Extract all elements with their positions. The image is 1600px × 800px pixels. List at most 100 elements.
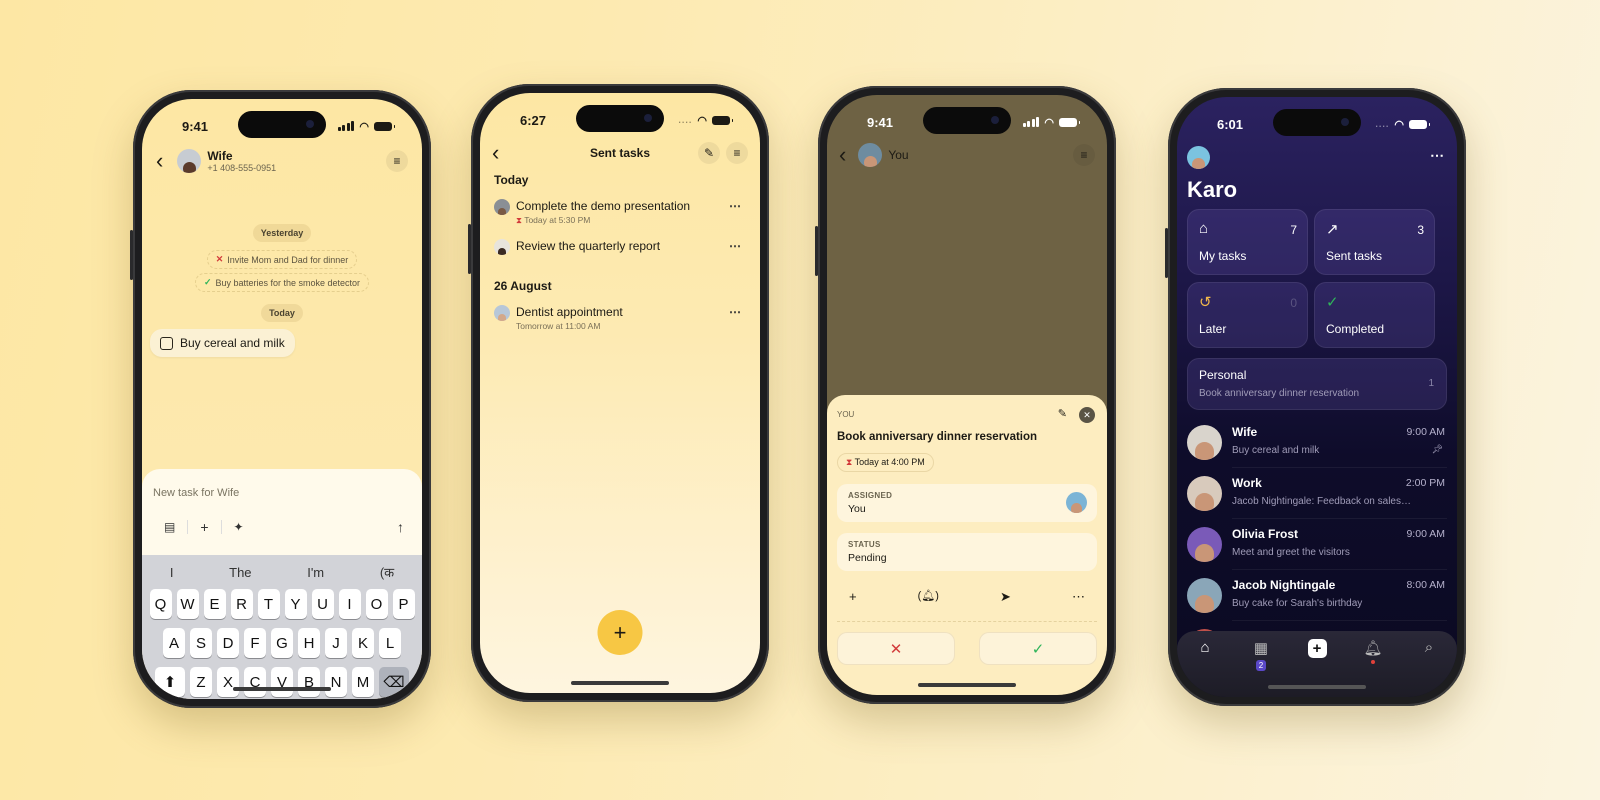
- key[interactable]: G: [271, 628, 293, 658]
- add-icon: +: [1307, 639, 1327, 658]
- back-button[interactable]: ‹: [839, 144, 846, 166]
- phone-sent-tasks: 6:27 .... ◠ ‹ Sent tasks ✎ ≡ Today Comple…: [468, 84, 769, 702]
- hourglass-icon: ⧗: [846, 457, 853, 467]
- key[interactable]: F: [244, 628, 266, 658]
- task-row[interactable]: Complete the demo presentation ⧗ Today a…: [494, 199, 746, 226]
- task-title: Review the quarterly report: [516, 239, 661, 253]
- key[interactable]: J: [325, 628, 347, 658]
- key[interactable]: W: [176, 589, 199, 619]
- send-arrow-icon[interactable]: ↑: [397, 519, 404, 535]
- key[interactable]: Q: [149, 589, 172, 619]
- key[interactable]: E: [203, 589, 226, 619]
- tile-my-tasks[interactable]: ⌂ 7 My tasks: [1187, 209, 1308, 275]
- key[interactable]: O: [365, 589, 388, 619]
- send-icon[interactable]: ➤: [1000, 589, 1011, 605]
- suggestion[interactable]: I'm: [307, 565, 324, 580]
- chat-row[interactable]: Wife Buy cereal and milk 9:00 AM 📌︎: [1177, 416, 1457, 468]
- task-row[interactable]: Review the quarterly report ⋯: [494, 239, 746, 255]
- key[interactable]: X: [217, 667, 239, 697]
- key[interactable]: I: [338, 589, 361, 619]
- key[interactable]: K: [352, 628, 374, 658]
- key[interactable]: B: [298, 667, 320, 697]
- add-icon[interactable]: +: [849, 589, 857, 605]
- status-time: 6:01: [1217, 116, 1244, 132]
- tile-completed[interactable]: ✓ Completed: [1314, 282, 1435, 348]
- task-title: Buy cereal and milk: [180, 336, 285, 350]
- filter-button[interactable]: ≡: [726, 142, 748, 164]
- task-subtitle: Tomorrow at 11:00 AM: [516, 321, 601, 331]
- back-button[interactable]: ‹: [492, 142, 499, 164]
- key[interactable]: Y: [284, 589, 307, 619]
- tile-later[interactable]: ↺ 0 Later: [1187, 282, 1308, 348]
- key[interactable]: V: [271, 667, 293, 697]
- chat-row[interactable]: Work Jacob Nightingale: Feedback on sales…: [1177, 467, 1457, 519]
- filter-icon: ≡: [393, 154, 401, 168]
- suggestion[interactable]: (क: [380, 563, 394, 581]
- backspace-key[interactable]: ⌫: [379, 667, 409, 697]
- list-count: 1: [1428, 378, 1434, 389]
- add-icon[interactable]: +: [200, 519, 208, 535]
- tile-sent-tasks[interactable]: ↗ 3 Sent tasks: [1314, 209, 1435, 275]
- more-menu-button[interactable]: ⋯: [1430, 147, 1445, 164]
- key[interactable]: U: [311, 589, 334, 619]
- schedule-icon[interactable]: ▤: [164, 520, 175, 534]
- chat-row[interactable]: Jacob Nightingale Buy cake for Sarah's bi…: [1177, 569, 1457, 621]
- complete-button[interactable]: ✓: [979, 632, 1097, 665]
- key[interactable]: C: [244, 667, 266, 697]
- more-icon[interactable]: ⋯: [1072, 589, 1085, 605]
- filter-button[interactable]: ≡: [386, 150, 408, 172]
- key[interactable]: R: [230, 589, 253, 619]
- avatar: [494, 305, 510, 321]
- key[interactable]: L: [379, 628, 401, 658]
- suggestion[interactable]: I: [170, 565, 174, 580]
- add-task-fab[interactable]: +: [597, 610, 643, 655]
- chat-time: 9:00 AM: [1406, 426, 1445, 438]
- filter-button[interactable]: ≡: [1073, 144, 1095, 166]
- check-icon: ✓: [1031, 640, 1045, 658]
- contact-phone: +1 408-555-0951: [207, 163, 277, 173]
- field-value: You: [848, 503, 866, 515]
- chat-time: 8:00 AM: [1406, 579, 1445, 591]
- key[interactable]: H: [298, 628, 320, 658]
- close-button[interactable]: ✕: [1079, 407, 1095, 423]
- more-button[interactable]: ⋯: [729, 305, 742, 319]
- key[interactable]: S: [190, 628, 212, 658]
- key[interactable]: A: [163, 628, 185, 658]
- more-button[interactable]: ⋯: [729, 199, 742, 213]
- key[interactable]: N: [325, 667, 347, 697]
- key[interactable]: P: [392, 589, 415, 619]
- profile-avatar[interactable]: [1187, 146, 1210, 169]
- reject-button[interactable]: ✕: [837, 632, 955, 665]
- assigned-field[interactable]: ASSIGNED You: [837, 484, 1097, 522]
- status-field[interactable]: STATUS Pending: [837, 533, 1097, 571]
- suggestion[interactable]: The: [229, 565, 251, 580]
- task-row[interactable]: Dentist appointment Tomorrow at 11:00 AM…: [494, 305, 746, 331]
- tab-inbox[interactable]: ⌂: [1190, 639, 1220, 697]
- checkbox[interactable]: [160, 336, 173, 350]
- more-button[interactable]: ⋯: [729, 239, 742, 253]
- chat-row[interactable]: Olivia Frost Meet and greet the visitors 9…: [1177, 518, 1457, 570]
- new-task-input[interactable]: New task for Wife: [153, 487, 239, 499]
- shift-key[interactable]: ⬆: [155, 667, 185, 697]
- key[interactable]: D: [217, 628, 239, 658]
- chat-header: ‹ Wife +1 408-555-0951 ≡: [142, 149, 422, 173]
- edit-pencil-icon[interactable]: ✎: [1058, 407, 1067, 420]
- bell-ringing-icon[interactable]: (🔔︎): [918, 589, 939, 605]
- personal-list[interactable]: Personal Book anniversary dinner reserva…: [1187, 358, 1447, 410]
- task-title: Dentist appointment: [516, 305, 623, 319]
- task-item[interactable]: Buy cereal and milk: [150, 329, 295, 357]
- home-indicator: [1268, 685, 1366, 689]
- history-item[interactable]: ✓ Buy batteries for the smoke detector: [194, 273, 370, 292]
- due-date-chip[interactable]: ⧗ Today at 4:00 PM: [837, 453, 934, 472]
- back-button[interactable]: ‹: [156, 150, 163, 172]
- key[interactable]: Z: [190, 667, 212, 697]
- keyboard: I The I'm (क QWERTYUIOP ASDFGHJKL ⬆ Z X C V B…: [142, 555, 422, 699]
- history-item[interactable]: ✕ Invite Mom and Dad for dinner: [206, 250, 358, 269]
- header-name: You: [888, 148, 909, 162]
- key[interactable]: M: [352, 667, 374, 697]
- sparkles-icon[interactable]: ✦: [234, 520, 244, 534]
- key[interactable]: T: [257, 589, 280, 619]
- edit-button[interactable]: ✎: [698, 142, 720, 164]
- list-subtitle: Book anniversary dinner reservation: [1199, 388, 1360, 399]
- tab-search[interactable]: ⌕: [1414, 639, 1444, 697]
